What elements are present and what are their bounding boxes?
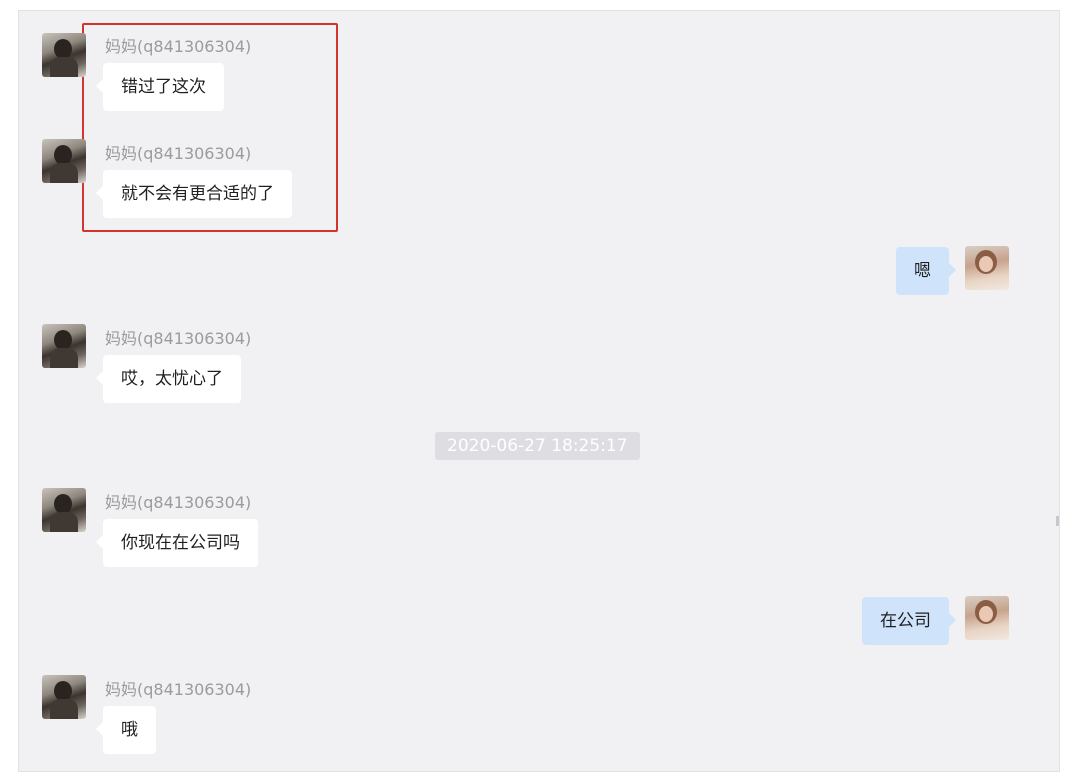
sender-name: 妈妈(q841306304) <box>105 329 252 348</box>
own-message-bubble[interactable]: 嗯 <box>896 247 956 295</box>
chat-window: 妈妈(q841306304) 错过了这次 妈妈(q841306304) 就不会有… <box>18 10 1060 772</box>
scrollbar[interactable] <box>1056 516 1059 526</box>
mom-avatar[interactable] <box>42 488 86 532</box>
mom-avatar[interactable] <box>42 33 86 77</box>
sender-name: 妈妈(q841306304) <box>105 144 252 163</box>
message-bubble[interactable]: 哎，太忧心了 <box>96 355 241 403</box>
mom-avatar[interactable] <box>42 675 86 719</box>
message-bubble[interactable]: 错过了这次 <box>96 63 224 111</box>
sender-name: 妈妈(q841306304) <box>105 680 252 699</box>
message-timestamp: 2020-06-27 18:25:17 <box>435 432 640 460</box>
own-message-bubble[interactable]: 在公司 <box>862 597 956 645</box>
own-avatar[interactable] <box>965 596 1009 640</box>
sender-name: 妈妈(q841306304) <box>105 37 252 56</box>
sender-name: 妈妈(q841306304) <box>105 493 252 512</box>
message-bubble[interactable]: 哦 <box>96 706 156 754</box>
own-avatar[interactable] <box>965 246 1009 290</box>
mom-avatar[interactable] <box>42 324 86 368</box>
message-bubble[interactable]: 就不会有更合适的了 <box>96 170 292 218</box>
mom-avatar[interactable] <box>42 139 86 183</box>
message-bubble[interactable]: 你现在在公司吗 <box>96 519 258 567</box>
